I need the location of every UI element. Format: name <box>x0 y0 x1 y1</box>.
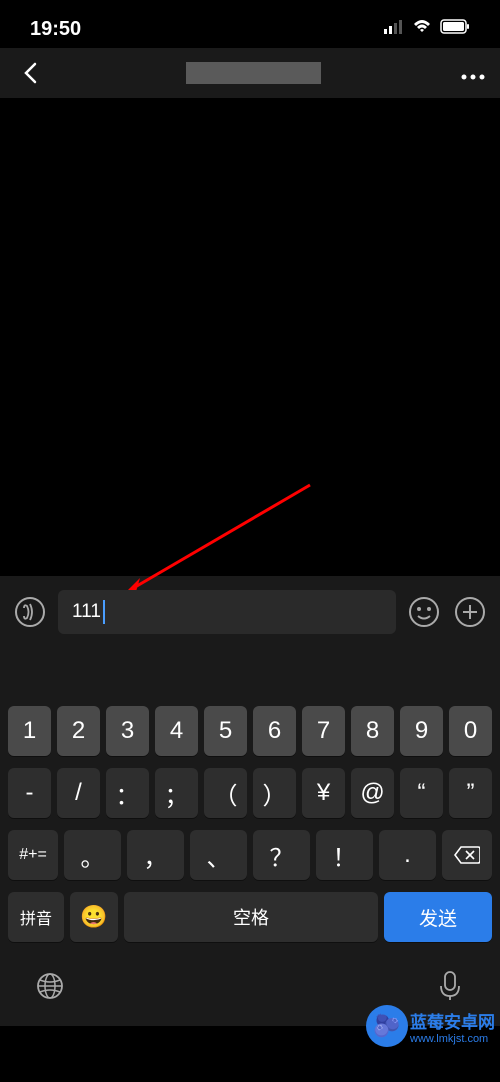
nav-bar <box>0 48 500 98</box>
key-1[interactable]: 1 <box>8 706 51 756</box>
key-slash[interactable]: / <box>57 768 100 818</box>
wifi-icon <box>412 19 432 39</box>
key-row-4: 拼音 😀 空格 发送 <box>0 892 500 942</box>
emoji-button[interactable] <box>406 594 442 630</box>
key-exclaim[interactable]: ！ <box>316 830 373 880</box>
watermark-text: 蓝莓安卓网 www.lmkjst.com <box>410 1008 495 1045</box>
key-space[interactable]: 空格 <box>124 892 378 942</box>
globe-button[interactable] <box>30 966 70 1006</box>
key-row-3: #+= 。 ， 、 ？ ！ . <box>0 830 500 880</box>
key-backspace[interactable] <box>442 830 492 880</box>
key-3[interactable]: 3 <box>106 706 149 756</box>
key-lquote[interactable]: “ <box>400 768 443 818</box>
key-dash[interactable]: - <box>8 768 51 818</box>
key-semicolon[interactable]: ； <box>155 768 198 818</box>
mic-icon <box>439 970 461 1002</box>
backspace-icon <box>454 845 480 865</box>
watermark: 🫐 蓝莓安卓网 www.lmkjst.com <box>366 1005 495 1047</box>
key-lparen[interactable]: （ <box>204 768 247 818</box>
key-rquote[interactable]: ” <box>449 768 492 818</box>
nav-title-redacted <box>186 62 321 84</box>
status-time: 19:50 <box>30 18 81 41</box>
key-5[interactable]: 5 <box>204 706 247 756</box>
signal-icon <box>384 20 404 39</box>
key-6[interactable]: 6 <box>253 706 296 756</box>
key-8[interactable]: 8 <box>351 706 394 756</box>
voice-button[interactable] <box>12 594 48 630</box>
more-button[interactable] <box>461 59 485 87</box>
keyboard: 1 2 3 4 5 6 7 8 9 0 - / ： ； （ ） ¥ @ “ ” … <box>0 648 500 1026</box>
status-icons <box>384 19 470 39</box>
key-symbols[interactable]: #+= <box>8 830 58 880</box>
key-rparen[interactable]: ） <box>253 768 296 818</box>
key-row-1: 1 2 3 4 5 6 7 8 9 0 <box>0 706 500 756</box>
key-7[interactable]: 7 <box>302 706 345 756</box>
message-input[interactable]: 111 <box>58 590 396 634</box>
globe-icon <box>35 971 65 1001</box>
status-bar: 19:50 <box>0 0 500 48</box>
key-9[interactable]: 9 <box>400 706 443 756</box>
watermark-icon: 🫐 <box>366 1005 408 1047</box>
input-bar: 111 <box>0 576 500 648</box>
chat-area[interactable] <box>0 98 500 576</box>
key-row-2: - / ： ； （ ） ¥ @ “ ” <box>0 768 500 818</box>
mic-button[interactable] <box>430 966 470 1006</box>
back-button[interactable] <box>15 58 45 88</box>
text-cursor <box>103 600 105 624</box>
key-colon[interactable]: ： <box>106 768 149 818</box>
key-yen[interactable]: ¥ <box>302 768 345 818</box>
key-comma-cn[interactable]: ， <box>127 830 184 880</box>
key-at[interactable]: @ <box>351 768 394 818</box>
key-period-cn[interactable]: 。 <box>64 830 121 880</box>
key-4[interactable]: 4 <box>155 706 198 756</box>
plus-button[interactable] <box>452 594 488 630</box>
key-mode[interactable]: 拼音 <box>8 892 64 942</box>
watermark-title: 蓝莓安卓网 <box>410 1008 495 1033</box>
key-emoji[interactable]: 😀 <box>70 892 118 942</box>
input-text: 111 <box>72 601 101 623</box>
key-enum-comma[interactable]: 、 <box>190 830 247 880</box>
key-question[interactable]: ？ <box>253 830 310 880</box>
key-send[interactable]: 发送 <box>384 892 492 942</box>
watermark-url: www.lmkjst.com <box>410 1033 495 1045</box>
battery-icon <box>440 19 470 39</box>
key-dot[interactable]: . <box>379 830 436 880</box>
key-2[interactable]: 2 <box>57 706 100 756</box>
key-0[interactable]: 0 <box>449 706 492 756</box>
